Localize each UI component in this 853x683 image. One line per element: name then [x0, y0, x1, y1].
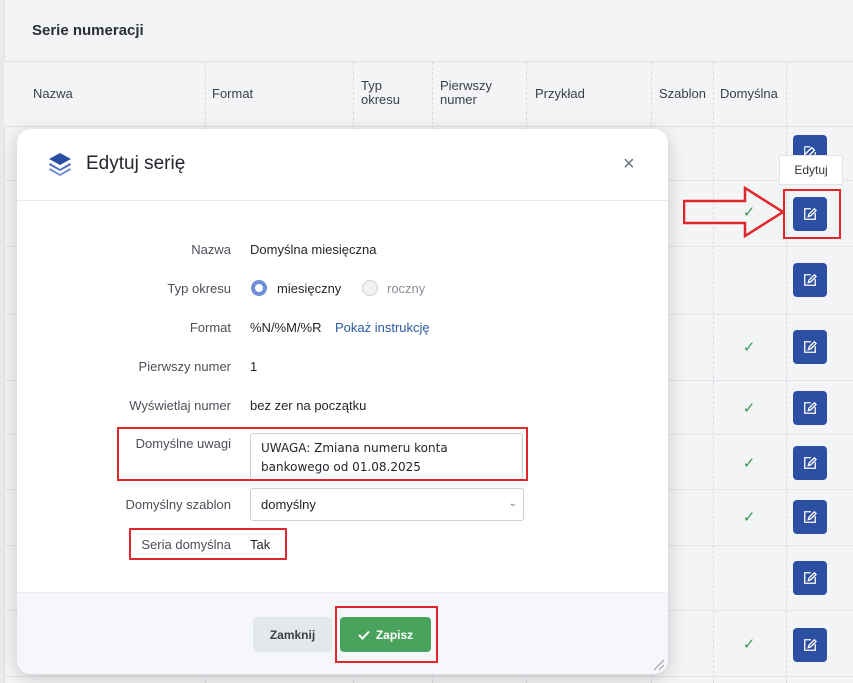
edit-series-modal: Edytuj serię × Nazwa Domyślna miesięczna… [17, 129, 668, 674]
column-header-pierwszy-numer[interactable]: Pierwszy numer [440, 79, 500, 107]
edit-icon [804, 638, 817, 651]
annotation-box-save [335, 606, 438, 663]
table-row [4, 676, 853, 677]
field-value-format: %N/%M/%R [250, 320, 322, 335]
default-check-icon: ✓ [742, 455, 756, 472]
field-label-domyslny-szablon: Domyślny szablon [125, 497, 232, 512]
edit-button[interactable] [793, 500, 827, 534]
modal-header: Edytuj serię × [17, 129, 668, 201]
page-title: Serie numeracji [32, 22, 144, 39]
select-value: domyślny [261, 497, 316, 512]
annotation-arrow [683, 186, 786, 238]
field-value-nazwa: Domyślna miesięczna [250, 242, 377, 257]
field-label-typ-okresu: Typ okresu [167, 281, 231, 296]
close-button[interactable]: Zamknij [253, 617, 332, 652]
edit-icon [804, 273, 817, 286]
close-icon[interactable]: × [623, 154, 635, 174]
edit-button[interactable] [793, 391, 827, 425]
field-value-pierwszy-numer: 1 [250, 359, 258, 374]
default-check-icon: ✓ [742, 339, 756, 356]
annotation-box-notes [117, 427, 528, 481]
edit-button[interactable] [793, 628, 827, 662]
column-header-przyklad[interactable]: Przykład [535, 87, 585, 101]
column-divider [713, 62, 714, 683]
edit-icon [804, 456, 817, 469]
radio-roczny[interactable] [362, 280, 378, 296]
show-instructions-link[interactable]: Pokaż instrukcję [335, 320, 430, 335]
field-label-wyswietlaj-numer: Wyświetlaj numer [129, 398, 231, 413]
default-check-icon: ✓ [742, 400, 756, 417]
radio-label-miesieczny[interactable]: miesięczny [277, 281, 341, 296]
column-header-domyslna[interactable]: Domyślna [720, 87, 778, 101]
edit-button[interactable] [793, 446, 827, 480]
default-check-icon: ✓ [742, 636, 756, 653]
edit-tooltip: Edytuj [779, 155, 843, 185]
edit-icon [804, 340, 817, 353]
default-check-icon: ✓ [742, 509, 756, 526]
column-header-format[interactable]: Format [212, 87, 253, 101]
edit-button[interactable] [793, 561, 827, 595]
layers-icon [49, 153, 71, 176]
field-label-format: Format [189, 320, 231, 335]
radio-miesieczny[interactable] [251, 280, 267, 296]
edit-icon [804, 510, 817, 523]
annotation-box-default-series [129, 528, 287, 560]
annotation-box-edit [783, 189, 841, 239]
radio-label-roczny[interactable]: roczny [387, 281, 425, 296]
field-label-pierwszy-numer: Pierwszy numer [138, 359, 231, 374]
edit-icon [804, 401, 817, 414]
default-template-select[interactable]: domyślny ⌄ [250, 488, 524, 521]
column-header-szablon[interactable]: Szablon [659, 87, 706, 101]
column-header-typ-okresu[interactable]: Typ okresu [361, 79, 411, 107]
field-label-nazwa: Nazwa [191, 242, 231, 257]
column-header-nazwa[interactable]: Nazwa [33, 87, 73, 101]
field-value-wyswietlaj-numer: bez zer na początku [250, 398, 367, 413]
edit-button[interactable] [793, 263, 827, 297]
resize-handle-icon[interactable] [653, 659, 665, 671]
chevron-down-icon: ⌄ [508, 498, 517, 509]
modal-title: Edytuj serię [86, 153, 186, 174]
edit-button[interactable] [793, 330, 827, 364]
edit-icon [804, 571, 817, 584]
